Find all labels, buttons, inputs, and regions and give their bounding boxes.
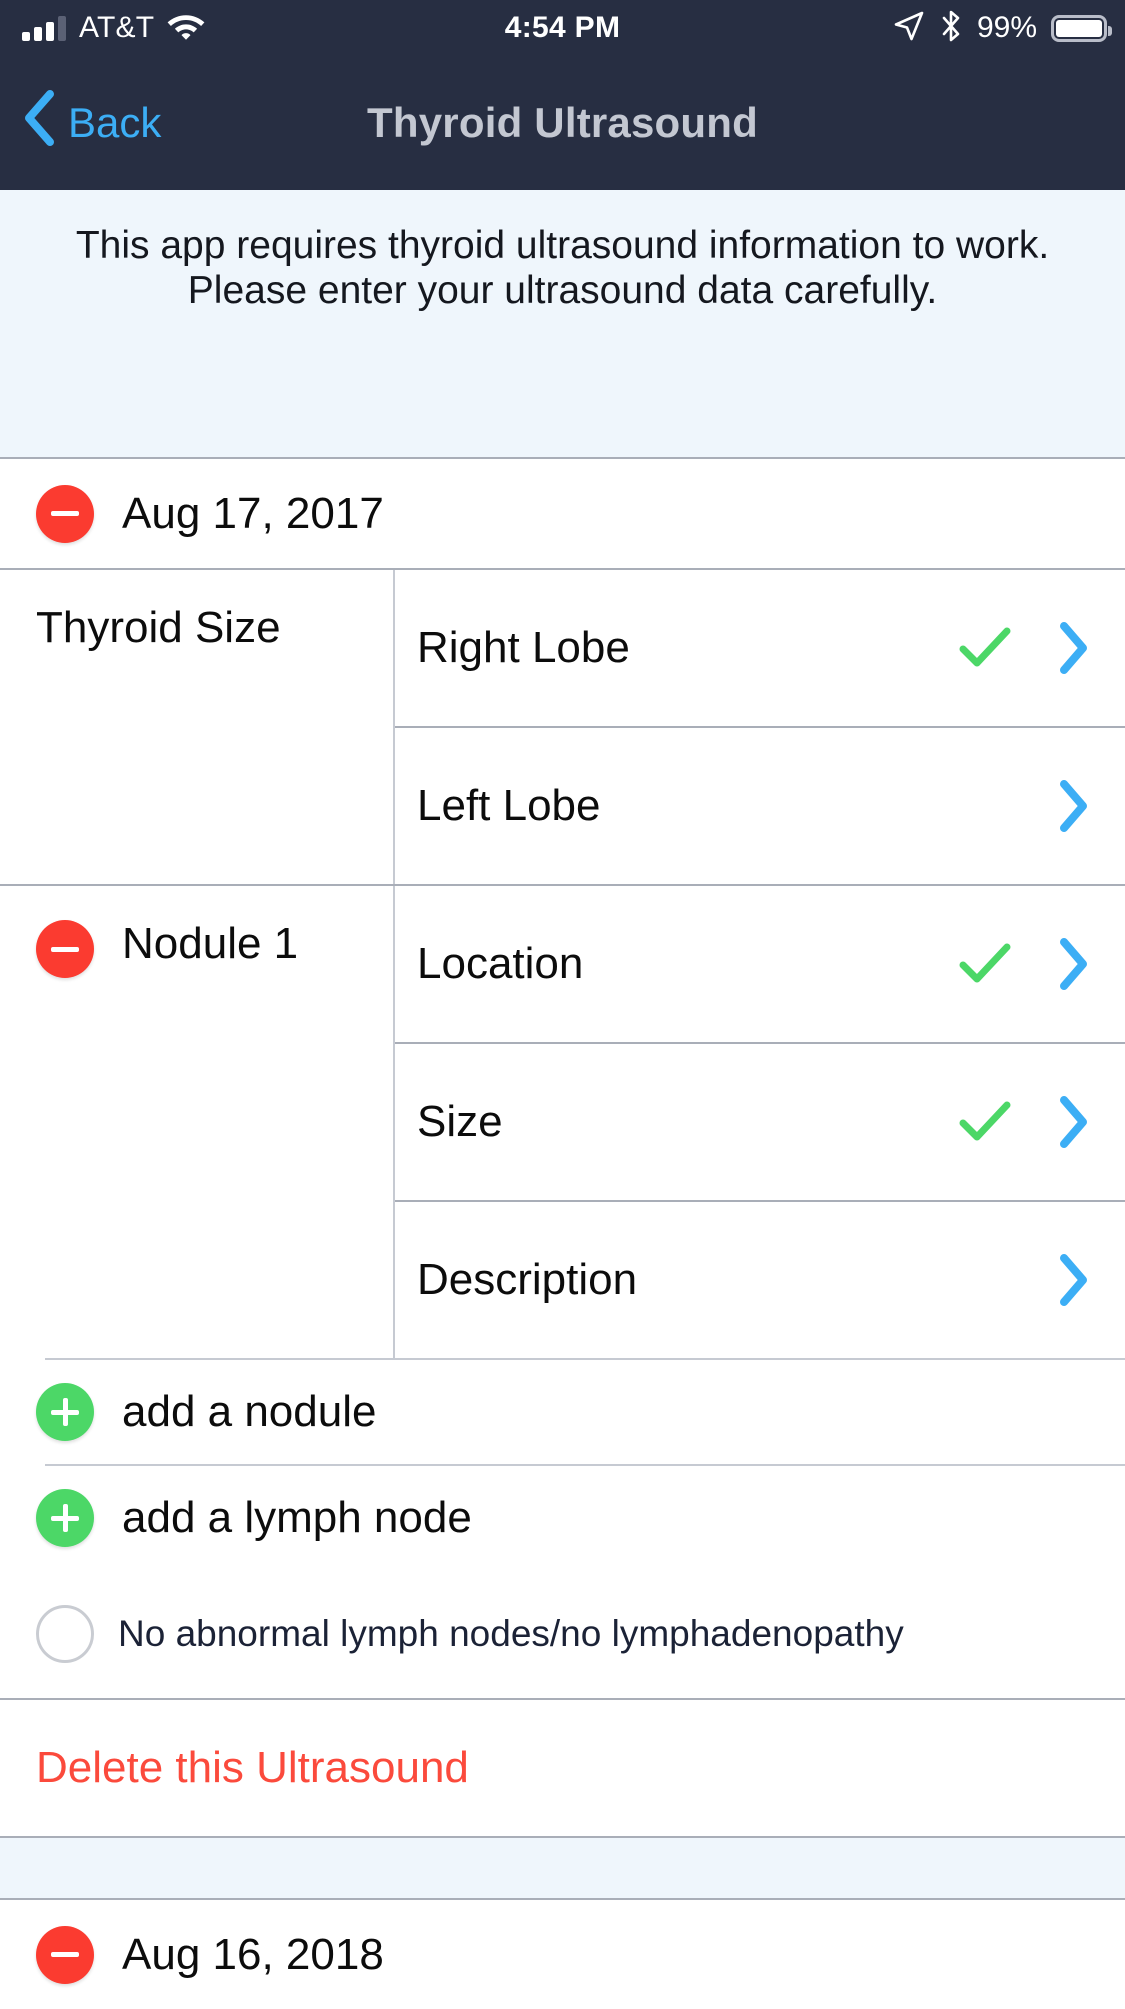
chevron-right-icon[interactable] bbox=[1020, 622, 1125, 674]
battery-percent-label: 99% bbox=[976, 11, 1037, 44]
status-bar-right: 99% bbox=[893, 0, 1112, 56]
section-thyroid-size: Thyroid Size Right Lobe Left Lobe bbox=[0, 570, 1125, 884]
ultrasound-date-row[interactable]: Aug 17, 2017 bbox=[0, 459, 1125, 568]
add-lymph-node-label: add a lymph node bbox=[122, 1493, 472, 1542]
ultrasound-date-row[interactable]: Aug 16, 2018 bbox=[0, 1900, 1125, 2009]
page-title: Thyroid Ultrasound bbox=[367, 99, 758, 146]
minus-circle-icon[interactable] bbox=[36, 920, 94, 978]
chevron-right-icon[interactable] bbox=[1020, 780, 1125, 832]
app-screen: AT&T 4:54 PM 99% Back Thyroid Ultrasound… bbox=[0, 0, 1125, 2009]
checkmark-icon bbox=[950, 1100, 1020, 1144]
section-items: Right Lobe Left Lobe bbox=[393, 570, 1125, 884]
section-label-wrap: Nodule 1 bbox=[0, 886, 393, 1358]
section-label: Thyroid Size bbox=[36, 603, 281, 652]
row-label: Description bbox=[417, 1255, 638, 1304]
plus-circle-icon[interactable] bbox=[36, 1383, 94, 1441]
no-lymphadenopathy-label: No abnormal lymph nodes/no lymphadenopat… bbox=[118, 1613, 904, 1654]
delete-ultrasound-button[interactable]: Delete this Ultrasound bbox=[0, 1700, 1125, 1836]
status-bar: AT&T 4:54 PM 99% bbox=[0, 0, 1125, 56]
section-label: Nodule 1 bbox=[122, 919, 299, 968]
section-gap bbox=[0, 1838, 1125, 1898]
section-nodule-1: Nodule 1 Location Size Description bbox=[0, 886, 1125, 1358]
add-nodule-label: add a nodule bbox=[122, 1387, 377, 1436]
battery-full-icon bbox=[1051, 14, 1112, 42]
checkmark-icon bbox=[950, 942, 1020, 986]
section-label-wrap: Thyroid Size bbox=[0, 570, 393, 884]
radio-unchecked-icon[interactable] bbox=[36, 1605, 94, 1663]
row-description[interactable]: Description bbox=[395, 1202, 1125, 1358]
chevron-right-icon[interactable] bbox=[1020, 1096, 1125, 1148]
minus-circle-icon[interactable] bbox=[36, 1925, 94, 1984]
section-items: Location Size Description bbox=[393, 886, 1125, 1358]
row-size[interactable]: Size bbox=[395, 1044, 1125, 1200]
info-banner: This app requires thyroid ultrasound inf… bbox=[0, 190, 1125, 459]
row-label: Location bbox=[417, 939, 584, 988]
add-nodule-button[interactable]: add a nodule bbox=[0, 1360, 1125, 1464]
no-lymphadenopathy-row[interactable]: No abnormal lymph nodes/no lymphadenopat… bbox=[0, 1570, 1125, 1698]
add-lymph-node-button[interactable]: add a lymph node bbox=[0, 1466, 1125, 1570]
checkmark-icon bbox=[950, 626, 1020, 670]
ultrasound-date-label: Aug 17, 2017 bbox=[122, 488, 384, 538]
bluetooth-icon bbox=[939, 9, 963, 48]
chevron-right-icon[interactable] bbox=[1020, 1254, 1125, 1306]
plus-circle-icon[interactable] bbox=[36, 1489, 94, 1547]
row-label: Left Lobe bbox=[417, 781, 601, 830]
delete-ultrasound-label: Delete this Ultrasound bbox=[36, 1743, 469, 1792]
row-location[interactable]: Location bbox=[395, 886, 1125, 1042]
ultrasound-date-label: Aug 16, 2018 bbox=[122, 1929, 384, 1979]
row-label: Size bbox=[417, 1097, 503, 1146]
minus-circle-icon[interactable] bbox=[36, 484, 94, 543]
navigation-bar: Back Thyroid Ultrasound bbox=[0, 56, 1125, 190]
location-arrow-icon bbox=[893, 10, 925, 47]
row-right-lobe[interactable]: Right Lobe bbox=[395, 570, 1125, 726]
chevron-right-icon[interactable] bbox=[1020, 938, 1125, 990]
row-label: Right Lobe bbox=[417, 623, 630, 672]
row-left-lobe[interactable]: Left Lobe bbox=[395, 728, 1125, 884]
